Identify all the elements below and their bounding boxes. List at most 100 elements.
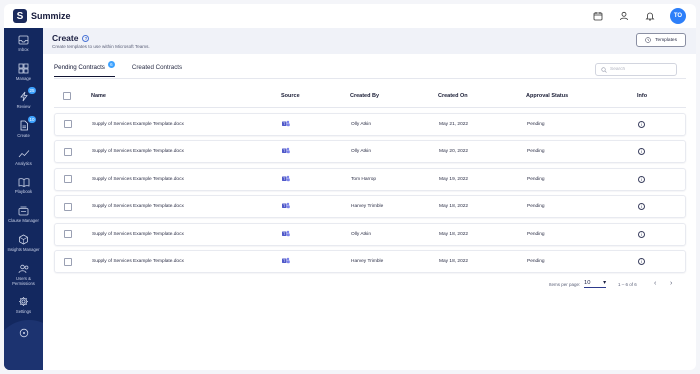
sidebar-item-settings[interactable]: Settings	[4, 295, 43, 323]
bolt-icon: 25	[17, 87, 36, 103]
column-header-info: Info	[637, 93, 648, 99]
cell-created-by: Tom Harrop	[351, 176, 377, 182]
sidebar-item-label: Analytics	[15, 161, 32, 166]
cell-created-by: Harvey Trimble	[351, 204, 384, 209]
templates-button[interactable]: Templates	[636, 33, 686, 47]
sidebar-item-analytics[interactable]: Analytics	[4, 147, 43, 175]
gear-icon	[17, 295, 31, 308]
row-checkbox[interactable]	[64, 147, 72, 156]
pagination: Items per page: 10 ▾ 1 – 6 of 6 ‹ ›	[43, 280, 696, 292]
chart-line-icon	[17, 147, 31, 160]
app-window: S Summize TO Inbox Manage 25 Review 10 C…	[0, 0, 700, 374]
app-logo[interactable]: S Summize	[13, 9, 71, 23]
row-checkbox[interactable]	[64, 202, 72, 211]
sidebar-item-label: Inbox	[18, 47, 29, 52]
cell-approval-status: Pending	[527, 149, 545, 154]
column-header-name[interactable]: Name	[91, 93, 106, 99]
search-box[interactable]	[595, 63, 677, 76]
sidebar-item-insights-manager[interactable]: Insights Manager	[4, 233, 43, 261]
sidebar-item-label: Playbook	[14, 189, 33, 194]
items-per-page-label: Items per page:	[549, 282, 581, 287]
search-input[interactable]	[610, 67, 670, 72]
user-avatar[interactable]: TO	[670, 8, 686, 24]
table-row[interactable]: Supply of Services Example Template.docx…	[54, 222, 686, 246]
row-checkbox[interactable]	[64, 230, 72, 238]
cell-name: Supply of Services Example Template.docx	[92, 231, 184, 237]
sidebar-item-create[interactable]: 10 Create	[4, 116, 43, 147]
column-header-source[interactable]: Source	[281, 93, 300, 99]
info-icon[interactable]: i	[638, 230, 645, 238]
book-icon	[17, 175, 31, 188]
page-header: Create ? Create templates to use within …	[43, 28, 696, 54]
sidebar-item-clause-manager[interactable]: Clause Manager	[4, 204, 43, 232]
previous-page-button[interactable]: ‹	[654, 280, 656, 287]
clock-icon	[645, 37, 651, 43]
tab-label: Created Contracts	[131, 64, 183, 71]
sidebar: Inbox Manage 25 Review 10 Create Analyti…	[4, 28, 43, 370]
table-row[interactable]: Supply of Services Example Template.docx…	[54, 112, 686, 136]
tab-pending-contracts[interactable]: Pending Contracts 6	[54, 61, 115, 77]
cell-created-by: Harvey Trimble	[351, 259, 384, 264]
column-header-approval-status[interactable]: Approval Status	[526, 93, 568, 99]
review-badge: 25	[28, 87, 36, 94]
table-header: Name Source Created By Created On Approv…	[54, 85, 686, 108]
cell-created-on: May 20, 2022	[439, 149, 469, 154]
table-row[interactable]: Supply of Services Example Template.docx…	[54, 140, 686, 163]
info-icon[interactable]: i	[638, 203, 645, 210]
cell-approval-status: Pending	[527, 231, 545, 237]
table-row[interactable]: Supply of Services Example Template.docx…	[54, 195, 686, 218]
sidebar-item-playbook[interactable]: Playbook	[4, 175, 43, 203]
cell-created-by: Olly Atkin	[351, 149, 371, 154]
help-icon	[17, 326, 31, 339]
info-icon[interactable]: i	[638, 148, 645, 155]
person-icon[interactable]	[618, 10, 630, 22]
next-page-button[interactable]: ›	[670, 280, 672, 287]
page-subtitle: Create templates to use within Microsoft…	[52, 44, 150, 49]
search-icon	[601, 66, 607, 73]
cell-created-on: May 18, 2022	[439, 231, 469, 237]
sidebar-item-label: Create	[17, 133, 30, 138]
cell-created-on: May 21, 2022	[439, 121, 469, 127]
info-icon[interactable]: i	[638, 120, 645, 128]
teams-icon: T	[282, 257, 290, 266]
page-title: Create ?	[52, 33, 90, 43]
info-icon[interactable]: i	[638, 175, 645, 183]
document-icon: 10	[17, 116, 36, 132]
chevron-down-icon: ▾	[603, 280, 606, 286]
cell-approval-status: Pending	[527, 259, 545, 264]
sidebar-item-inbox[interactable]: Inbox	[4, 33, 43, 61]
users-icon	[17, 262, 31, 275]
row-checkbox[interactable]	[64, 175, 72, 183]
teams-icon: T	[282, 230, 290, 239]
tab-label: Pending Contracts	[54, 64, 105, 71]
title-info-icon[interactable]: ?	[82, 34, 90, 42]
sidebar-item-users-permissions[interactable]: Users & Permissions	[4, 262, 43, 290]
sidebar-item-review[interactable]: 25 Review	[4, 87, 43, 118]
sidebar-item-label: Clause Manager	[8, 218, 39, 223]
main-panel: Create ? Create templates to use within …	[43, 28, 696, 370]
cell-name: Supply of Services Example Template.docx	[92, 176, 184, 182]
clause-icon	[17, 204, 31, 217]
tab-bar: Pending Contracts 6 Created Contracts	[54, 61, 199, 77]
create-badge: 10	[28, 116, 36, 123]
bell-icon[interactable]	[644, 10, 656, 22]
row-checkbox[interactable]	[64, 120, 72, 128]
sidebar-item-label: Review	[16, 104, 31, 109]
items-per-page-select[interactable]: 10 ▾	[584, 280, 606, 288]
table-row[interactable]: Supply of Services Example Template.docx…	[54, 167, 686, 191]
info-icon[interactable]: i	[638, 258, 645, 265]
cell-approval-status: Pending	[527, 176, 545, 182]
row-checkbox[interactable]	[64, 257, 72, 266]
teams-icon: T	[282, 175, 290, 184]
cell-approval-status: Pending	[527, 204, 545, 209]
calendar-icon[interactable]	[592, 10, 604, 22]
select-all-checkbox[interactable]	[63, 92, 71, 100]
cell-name: Supply of Services Example Template.docx	[92, 121, 184, 127]
tab-created-contracts[interactable]: Created Contracts	[132, 64, 182, 77]
sidebar-item-manage[interactable]: Manage	[4, 62, 43, 90]
table-row[interactable]: Supply of Services Example Template.docx…	[54, 250, 686, 273]
sidebar-item-help[interactable]	[4, 326, 43, 354]
column-header-created-by[interactable]: Created By	[350, 93, 379, 99]
hexagon-icon	[17, 233, 31, 246]
column-header-created-on[interactable]: Created On	[438, 93, 468, 99]
